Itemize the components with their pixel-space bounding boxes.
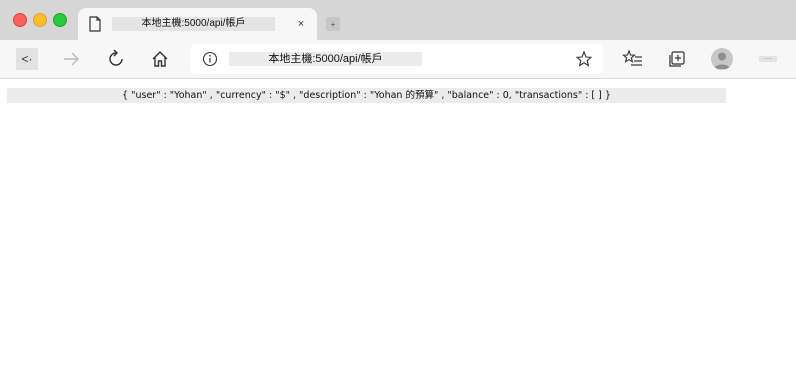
tab-active[interactable]: 本地主機:5000/api/帳戶 × <box>78 8 317 40</box>
avatar-icon[interactable] <box>711 48 733 70</box>
window-close-button[interactable] <box>13 13 27 27</box>
more-menu-button[interactable]: ··· <box>759 55 777 63</box>
arrow-right-icon[interactable] <box>60 48 82 70</box>
back-button[interactable]: <· <box>16 48 38 70</box>
browser-window: 本地主機:5000/api/帳戶 × + <· 本地主機:5000/api/帳戶 <box>0 0 796 375</box>
tab-close-button[interactable]: × <box>293 16 309 32</box>
window-minimize-button[interactable] <box>33 13 47 27</box>
profile-silhouette <box>714 52 730 69</box>
star-icon[interactable] <box>575 50 593 68</box>
refresh-icon[interactable] <box>105 48 127 70</box>
json-response-text: { "user" : "Yohan" , "currency" : "$" , … <box>7 88 726 103</box>
address-bar[interactable]: 本地主機:5000/api/帳戶 <box>190 44 603 74</box>
tab-strip: 本地主機:5000/api/帳戶 × + <box>0 0 796 40</box>
toolbar: <· 本地主機:5000/api/帳戶 ··· <box>0 40 796 79</box>
url-text[interactable]: 本地主機:5000/api/帳戶 <box>229 52 422 66</box>
info-icon[interactable] <box>202 51 218 67</box>
page-content: { "user" : "Yohan" , "currency" : "$" , … <box>0 79 796 375</box>
home-icon[interactable] <box>149 48 171 70</box>
window-maximize-button[interactable] <box>53 13 67 27</box>
favorites-list-icon[interactable] <box>622 48 644 70</box>
collections-icon[interactable] <box>666 48 688 70</box>
page-icon <box>89 16 101 32</box>
new-tab-button[interactable]: + <box>326 17 340 31</box>
tab-title: 本地主機:5000/api/帳戶 <box>112 17 275 31</box>
